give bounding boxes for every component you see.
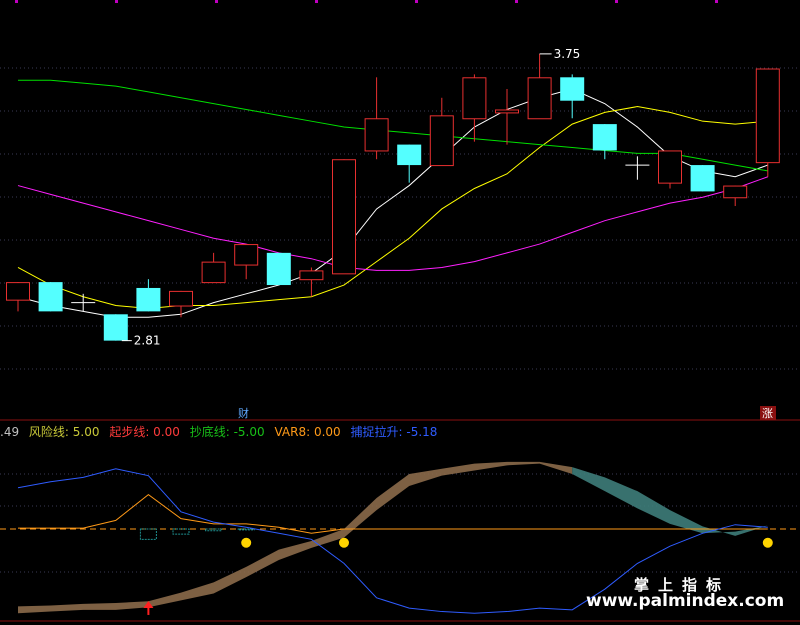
candle — [169, 290, 193, 318]
candle-body — [429, 115, 454, 167]
candle — [6, 282, 30, 312]
candle — [136, 279, 161, 312]
candle — [299, 267, 324, 297]
top-tick — [515, 0, 518, 3]
candle-body — [462, 77, 487, 120]
candle — [560, 74, 585, 119]
candle — [495, 89, 519, 145]
candle — [723, 185, 748, 207]
candle-body — [234, 244, 259, 266]
candle — [38, 282, 63, 312]
stock-chart: 3.75 2.81 财 涨 — [0, 0, 800, 622]
band-fill-teal — [572, 467, 768, 536]
candle — [625, 156, 650, 180]
candle — [658, 150, 682, 189]
candle-body — [755, 68, 780, 164]
candle — [201, 252, 226, 284]
candle — [462, 74, 487, 142]
top-tick — [215, 0, 218, 3]
candle-body — [723, 185, 748, 199]
candle-body — [6, 282, 30, 301]
signal-dot — [762, 537, 773, 548]
top-tick — [615, 0, 618, 3]
signal-dot — [339, 537, 349, 548]
candle — [527, 53, 552, 120]
candle — [364, 77, 389, 160]
ma-line-3 — [17, 176, 768, 271]
candle-body — [299, 270, 324, 281]
candle-body — [527, 77, 552, 120]
histogram-bar — [205, 528, 223, 532]
candle — [755, 68, 780, 177]
legend-risk-line: 风险线: 5.00 — [28, 425, 100, 439]
legend-bottom-line: 抄底线: -5.00 — [189, 425, 265, 439]
top-tick — [315, 0, 318, 3]
candle — [71, 293, 96, 312]
candle-body — [397, 144, 422, 166]
top-tick — [115, 0, 118, 3]
marker-cai: 财 — [238, 406, 249, 420]
candle-body — [592, 124, 617, 151]
candle — [332, 159, 356, 275]
candle-body — [364, 118, 389, 152]
candle-body — [103, 314, 128, 341]
candle-body — [495, 109, 519, 114]
candle — [429, 97, 454, 167]
candle-body — [560, 77, 585, 101]
legend-var8: VAR8: 0.00 — [274, 425, 341, 439]
candle-body — [201, 261, 226, 284]
candle-body — [38, 282, 63, 312]
histogram-bar — [172, 528, 190, 535]
watermark-url: www.palmindex.com — [586, 591, 785, 611]
candle-body — [332, 159, 356, 275]
candle-body — [169, 290, 193, 307]
legend-partial: .49 — [0, 425, 20, 439]
indicator-legend: .49 风险线: 5.00 起步线: 0.00 抄底线: -5.00 VAR8:… — [0, 423, 443, 439]
legend-start-line: 起步线: 0.00 — [109, 425, 180, 439]
candle — [266, 252, 291, 286]
low-label: 2.81 — [134, 334, 161, 348]
top-tick — [15, 0, 18, 3]
top-tick — [715, 0, 718, 3]
top-tick — [415, 0, 418, 3]
candle-body — [266, 252, 291, 286]
legend-capture: 捕捉拉升: -5.18 — [350, 425, 438, 439]
candle-body — [690, 165, 715, 192]
candle — [397, 144, 422, 183]
band-fill-brown — [18, 461, 573, 614]
candle — [690, 165, 715, 192]
candle-body — [136, 287, 161, 312]
candle — [103, 314, 128, 341]
signal-dot — [241, 537, 252, 548]
marker-zhang: 涨 — [762, 407, 773, 420]
high-label: 3.75 — [554, 47, 581, 61]
histogram-bar — [139, 528, 157, 540]
candle — [234, 244, 259, 280]
ma-line-2 — [18, 79, 768, 172]
candle-body — [658, 150, 682, 184]
